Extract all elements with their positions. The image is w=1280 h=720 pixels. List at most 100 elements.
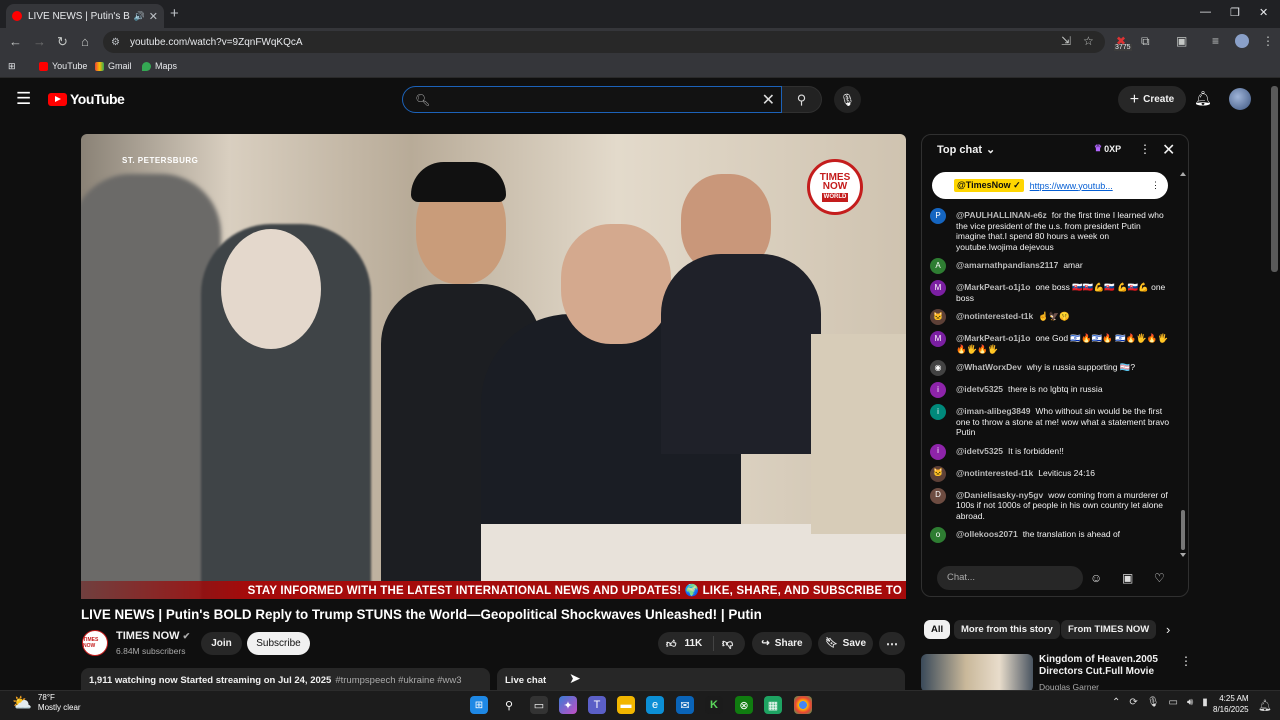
chip-more-from-story[interactable]: More from this story	[954, 620, 1060, 639]
chip-from-channel[interactable]: From TIMES NOW	[1061, 620, 1157, 639]
hamburger-menu-icon[interactable]: ☰	[16, 89, 31, 109]
emoji-icon[interactable]: ☺	[1090, 571, 1102, 585]
bookmark-maps[interactable]: Maps	[142, 61, 177, 71]
network-icon[interactable]: ▭	[1168, 697, 1177, 708]
chat-author[interactable]: @MarkPeart-o1j1o	[956, 282, 1030, 292]
recommendation-thumbnail[interactable]	[921, 654, 1033, 692]
start-button[interactable]: ⊞	[470, 696, 488, 714]
install-app-icon[interactable]: ⇲	[1061, 34, 1071, 48]
chat-author-avatar[interactable]: M	[930, 280, 946, 296]
bookmark-star-icon[interactable]: ☆	[1083, 34, 1094, 48]
chat-author-avatar[interactable]: D	[930, 487, 946, 504]
site-info-icon[interactable]: ⚙	[111, 37, 120, 48]
chrome-icon[interactable]	[794, 696, 812, 714]
chat-author-avatar[interactable]: 🐱	[930, 465, 946, 482]
chat-author-avatar[interactable]: M	[930, 331, 946, 347]
chat-author[interactable]: @idetv5325	[956, 446, 1003, 456]
like-button[interactable]: 👍︎ 11K	[658, 636, 714, 651]
search-button[interactable]: ⚲	[782, 86, 822, 113]
chat-options-icon[interactable]: ⋮	[1139, 142, 1151, 156]
apps-grid-icon[interactable]: ⊞	[8, 61, 16, 72]
chat-author-avatar[interactable]: ◉	[930, 360, 946, 376]
volume-icon[interactable]: 🔊︎	[1187, 697, 1193, 708]
system-clock[interactable]: 4:25 AM 8/16/2025	[1213, 693, 1249, 715]
chat-author[interactable]: @notinterested-t1k	[956, 468, 1033, 478]
channel-name[interactable]: TIMES NOW ✔	[116, 630, 190, 642]
search-icon[interactable]: ⚲	[500, 696, 518, 714]
chat-input[interactable]: Chat...	[937, 566, 1083, 590]
file-explorer-icon[interactable]: ▬	[617, 696, 635, 714]
subscribe-button[interactable]: Subscribe	[247, 632, 310, 655]
bookmark-youtube[interactable]: YouTube	[39, 61, 87, 71]
youtube-logo[interactable]: YouTube	[48, 91, 125, 107]
create-button[interactable]: + Create	[1118, 86, 1186, 113]
spreadsheet-icon[interactable]: ▦	[764, 696, 782, 714]
forward-icon[interactable]: →	[33, 34, 46, 49]
chat-author-avatar[interactable]: P	[930, 208, 946, 224]
media-controls-icon[interactable]: ≡	[1212, 34, 1219, 48]
profile-avatar[interactable]	[1235, 34, 1249, 48]
hashtags[interactable]: #trumpspeech #ukraine #ww3	[335, 675, 461, 686]
save-button[interactable]: 🔖︎ Save	[818, 632, 873, 655]
new-tab-button[interactable]: +	[170, 5, 179, 22]
account-avatar[interactable]	[1229, 88, 1251, 110]
chat-author[interactable]: @notinterested-t1k	[956, 311, 1033, 321]
chat-author[interactable]: @Danielisasky-ny5gv	[956, 490, 1043, 500]
show-hidden-icons-icon[interactable]: ⌃	[1112, 697, 1120, 708]
chat-author-avatar[interactable]: A	[930, 258, 946, 274]
back-icon[interactable]: ←	[9, 34, 22, 49]
search-input[interactable]	[438, 92, 762, 107]
mail-icon[interactable]: ✉	[676, 696, 694, 714]
browser-tab[interactable]: LIVE NEWS | Putin's BOLD R 🔊 ✕	[6, 4, 164, 28]
recommendation-menu-icon[interactable]: ⋮	[1180, 654, 1192, 668]
notification-icon[interactable]: 🔔︎	[1258, 699, 1272, 712]
pinned-menu-icon[interactable]: ⋮	[1151, 180, 1160, 191]
voice-search-button[interactable]: 🎙︎	[834, 86, 861, 113]
chat-author-avatar[interactable]: 🐱	[930, 309, 946, 325]
sync-icon[interactable]: ⟳	[1129, 697, 1137, 708]
microphone-icon[interactable]: 🎙︎	[1147, 697, 1160, 708]
recommendation-title[interactable]: Kingdom of Heaven.2005 Directors Cut.Ful…	[1039, 654, 1174, 678]
task-view-icon[interactable]: ▭	[530, 696, 548, 714]
channel-avatar[interactable]: TIMES NOW	[82, 630, 108, 656]
minimize-window-icon[interactable]: —	[1200, 6, 1211, 18]
chat-author[interactable]: @PAULHALLINAN-e6z	[956, 210, 1047, 220]
search-box[interactable]: 🔍︎ ✕	[402, 86, 782, 113]
description-box[interactable]: 1,911 watching now Started streaming on …	[81, 668, 490, 692]
page-scrollbar[interactable]	[1271, 86, 1278, 272]
restore-window-icon[interactable]: ❐	[1230, 6, 1240, 19]
reload-icon[interactable]: ↻	[57, 34, 68, 50]
chat-author[interactable]: @MarkPeart-o1j1o	[956, 333, 1030, 343]
chat-scrollbar[interactable]	[1180, 172, 1186, 557]
extensions-puzzle-icon[interactable]: ⧉	[1141, 34, 1150, 49]
chat-author-avatar[interactable]: o	[930, 527, 946, 543]
share-button[interactable]: ↪ Share	[752, 632, 812, 655]
chat-author-avatar[interactable]: i	[930, 443, 946, 460]
weather-widget[interactable]: ⛅ 78°F Mostly clear	[12, 693, 81, 713]
teams-icon[interactable]: T	[588, 696, 606, 714]
video-player[interactable]	[81, 134, 906, 599]
chat-author[interactable]: @iman-alibeg3849	[956, 406, 1030, 416]
chat-author-avatar[interactable]: i	[930, 382, 946, 398]
close-window-icon[interactable]: ✕	[1259, 6, 1268, 19]
chevron-right-icon[interactable]: ›	[1166, 622, 1170, 637]
close-chat-icon[interactable]: ✕	[1162, 140, 1175, 160]
audio-playing-icon[interactable]: 🔊	[134, 11, 145, 22]
battery-icon[interactable]: ▮	[1202, 697, 1208, 708]
edge-icon[interactable]: e	[646, 696, 664, 714]
home-icon[interactable]: ⌂	[81, 34, 89, 49]
chat-mode-dropdown[interactable]: Top chat ⌄	[937, 143, 995, 157]
browser-menu-icon[interactable]: ⋮	[1262, 34, 1274, 48]
xbox-icon[interactable]: ⊗	[735, 696, 753, 714]
copilot-icon[interactable]: ✦	[559, 696, 577, 714]
notifications-bell-icon[interactable]: 🔔︎	[1194, 90, 1212, 107]
kick-icon[interactable]: K	[705, 696, 723, 714]
super-chat-icon[interactable]: ▣	[1122, 571, 1133, 585]
side-panel-icon[interactable]: ▣	[1176, 34, 1187, 48]
chip-all[interactable]: All	[924, 620, 951, 639]
pinned-message[interactable]: @TimesNow ✓ https://www.youtub... ⋮	[932, 172, 1168, 199]
chat-author[interactable]: @ollekoos2071	[956, 529, 1018, 539]
chat-author[interactable]: @amarnathpandians2117	[956, 260, 1058, 270]
join-button[interactable]: Join	[201, 632, 242, 655]
more-actions-icon[interactable]: ⋯	[879, 632, 905, 655]
